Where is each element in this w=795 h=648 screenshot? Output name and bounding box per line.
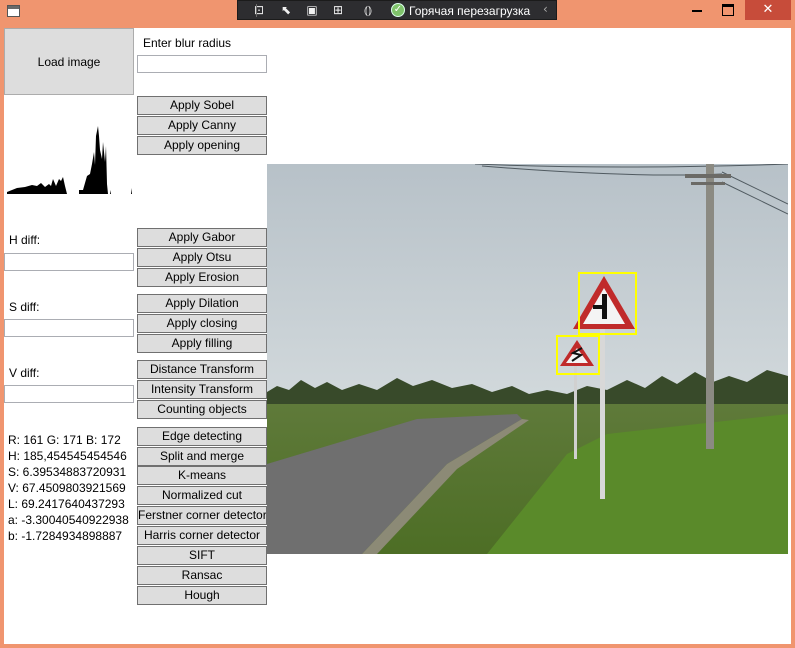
pixel-l-value: L: 69.2417640437293 <box>8 497 125 511</box>
select-element-icon[interactable]: ⊡ <box>251 3 267 18</box>
s-diff-label: S diff: <box>9 300 40 314</box>
apply-gabor-button[interactable]: Apply Gabor <box>137 228 267 247</box>
apply-sobel-button[interactable]: Apply Sobel <box>137 96 267 115</box>
toolbar-separator <box>256 4 257 17</box>
pixel-a-value: a: -3.30040540922938 <box>8 513 129 527</box>
pixel-h-value: H: 185,454545454546 <box>8 449 127 463</box>
distance-transform-button[interactable]: Distance Transform <box>137 360 267 379</box>
apply-closing-button[interactable]: Apply closing <box>137 314 267 333</box>
pole-crossarm <box>685 174 731 178</box>
loaded-road-image <box>267 164 788 554</box>
blur-radius-label: Enter blur radius <box>143 36 232 50</box>
debug-toolbar: ⊡ ⬉ ▣ ⊞ ⦅⦆ ✓ Горячая перезагрузка ‹ <box>237 0 557 20</box>
pixel-v-value: V: 67.4509803921569 <box>8 481 126 495</box>
h-diff-input[interactable] <box>4 253 134 271</box>
load-image-button[interactable]: Load image <box>4 28 134 95</box>
hough-button[interactable]: Hough <box>137 586 267 605</box>
sift-button[interactable]: SIFT <box>137 546 267 565</box>
pixel-s-value: S: 6.39534883720931 <box>8 465 127 479</box>
apply-erosion-button[interactable]: Apply Erosion <box>137 268 267 287</box>
apply-filling-button[interactable]: Apply filling <box>137 334 267 353</box>
layout-adorner-icon[interactable]: ▣ <box>304 3 320 18</box>
sign-post-near <box>600 329 605 499</box>
apply-dilation-button[interactable]: Apply Dilation <box>137 294 267 313</box>
harris-corner-detector-button[interactable]: Harris corner detector <box>137 526 267 545</box>
app-window-icon <box>7 5 20 17</box>
h-diff-label: H diff: <box>9 233 41 247</box>
check-circle-icon: ✓ <box>391 3 405 17</box>
minimize-button[interactable] <box>683 0 711 20</box>
close-button[interactable]: ✕ <box>745 0 791 20</box>
histogram-chart <box>7 126 132 194</box>
chevron-left-icon[interactable]: ‹ <box>543 2 548 16</box>
blur-radius-input[interactable] <box>137 55 267 73</box>
binding-failures-icon[interactable]: ⦅⦆ <box>360 3 376 18</box>
pixel-rgb-value: R: 161 G: 171 B: 172 <box>8 433 121 447</box>
title-bar: ⊡ ⬉ ▣ ⊞ ⦅⦆ ✓ Горячая перезагрузка ‹ ✕ <box>0 0 795 24</box>
apply-opening-button[interactable]: Apply opening <box>137 136 267 155</box>
normalized-cut-button[interactable]: Normalized cut <box>137 486 267 505</box>
sign-post-far <box>574 364 577 459</box>
pointer-icon[interactable]: ⬉ <box>278 3 294 18</box>
v-diff-label: V diff: <box>9 366 40 380</box>
apply-canny-button[interactable]: Apply Canny <box>137 116 267 135</box>
ransac-button[interactable]: Ransac <box>137 566 267 585</box>
utility-pole <box>706 164 714 449</box>
main-window-content: Load image Enter blur radius H diff: S d… <box>4 28 791 644</box>
hot-reload-label[interactable]: Горячая перезагрузка <box>409 4 530 18</box>
v-diff-input[interactable] <box>4 385 134 403</box>
intensity-transform-button[interactable]: Intensity Transform <box>137 380 267 399</box>
counting-objects-button[interactable]: Counting objects <box>137 400 267 419</box>
apply-otsu-button[interactable]: Apply Otsu <box>137 248 267 267</box>
k-means-button[interactable]: K-means <box>137 466 267 485</box>
ferstner-corner-detector-button[interactable]: Ferstner corner detector <box>137 506 267 525</box>
edge-detecting-button[interactable]: Edge detecting <box>137 427 267 446</box>
pole-crossarm-lower <box>691 182 725 185</box>
pixel-b-value: b: -1.7284934898887 <box>8 529 123 543</box>
s-diff-input[interactable] <box>4 319 134 337</box>
maximize-button[interactable] <box>714 0 742 20</box>
track-focus-icon[interactable]: ⊞ <box>330 3 346 18</box>
split-and-merge-button[interactable]: Split and merge <box>137 447 267 466</box>
histogram-fill <box>7 126 132 194</box>
